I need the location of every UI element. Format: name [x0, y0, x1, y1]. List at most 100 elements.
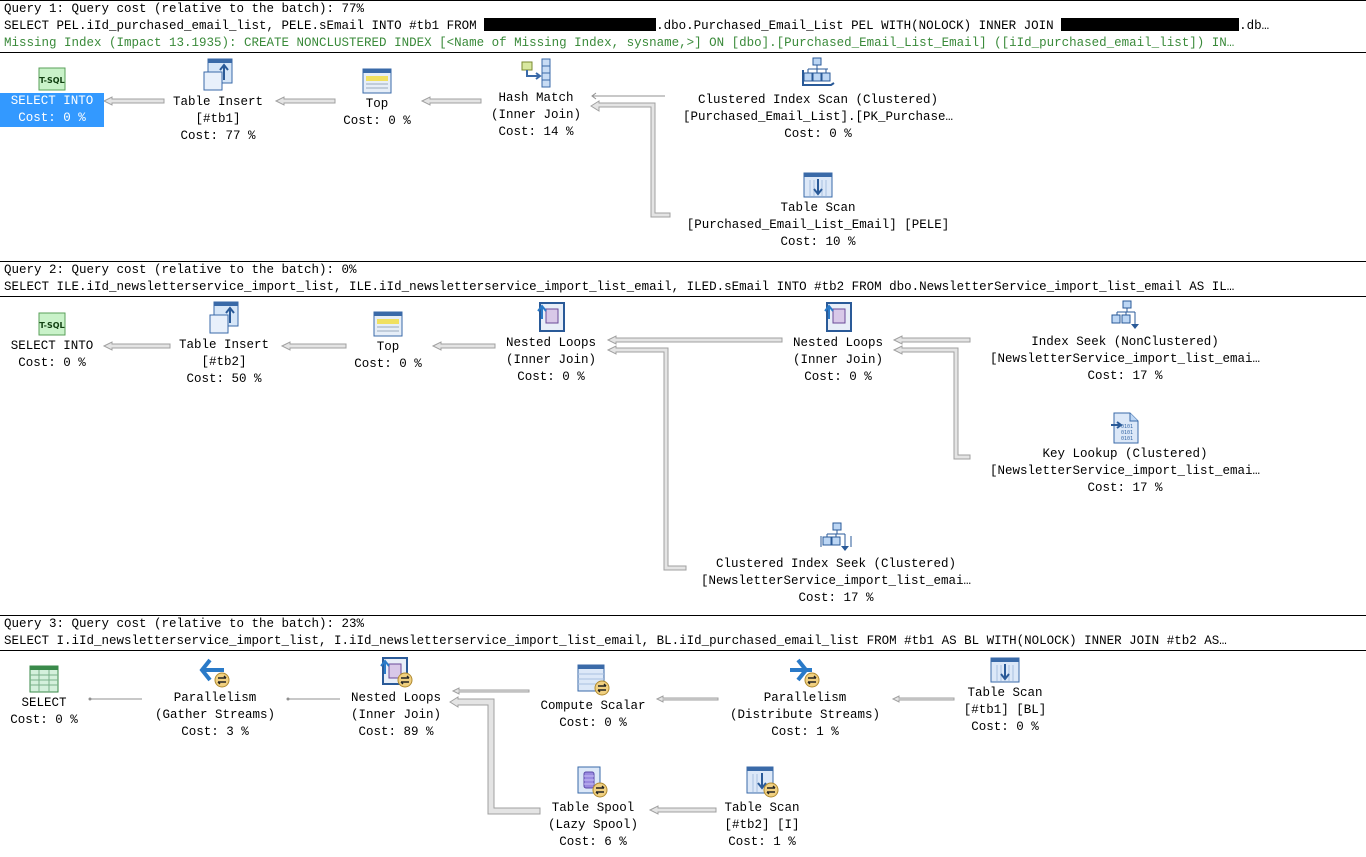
node-label: SELECT — [21, 696, 67, 710]
table-insert-icon — [203, 58, 233, 91]
plan-node-clustered-index-scan[interactable]: Clustered Index Scan (Clustered) [Purcha… — [668, 56, 968, 143]
node-label: Table Scan — [780, 201, 856, 215]
node-label: Key Lookup (Clustered) — [1042, 447, 1208, 461]
node-spool-type: (Lazy Spool) — [547, 818, 638, 832]
query3-cost-title: Query 3: Query cost (relative to the bat… — [4, 617, 365, 631]
arrow — [606, 345, 687, 571]
plan-node-table-scan-pele[interactable]: Table Scan [Purchased_Email_List_Email] … — [668, 172, 968, 251]
select-icon — [29, 665, 59, 693]
node-label: Nested Loops — [505, 336, 596, 350]
table-scan-icon — [990, 657, 1020, 683]
tsql-icon: T-SQL — [38, 67, 66, 91]
plan-node-table-spool[interactable]: Table Spool (Lazy Spool) Cost: 6 % — [540, 766, 646, 851]
missing-index-hint[interactable]: Missing Index (Impact 13.1935): CREATE N… — [0, 35, 1366, 52]
node-label: Parallelism — [173, 691, 257, 705]
top-icon — [362, 68, 392, 94]
arrow — [891, 695, 955, 703]
plan-node-clustered-index-seek[interactable]: Clustered Index Seek (Clustered) [Newsle… — [686, 522, 986, 607]
plan-node-select[interactable]: SELECT Cost: 0 % — [0, 665, 88, 729]
node-cost: Cost: 0 % — [971, 720, 1039, 734]
plan-node-table-insert[interactable]: Table Insert [#tb2] Cost: 50 % — [166, 301, 282, 388]
redacted-block — [1061, 18, 1240, 31]
parallelism-gather-icon — [199, 658, 230, 688]
node-object: [NewsletterService_import_list_emai… — [989, 352, 1261, 366]
plan-node-nested-loops[interactable]: Nested Loops (Inner Join) Cost: 0 % — [495, 301, 607, 386]
node-label: Table Spool — [551, 801, 635, 815]
arrow — [102, 96, 165, 106]
node-label: Nested Loops — [792, 336, 883, 350]
plan-node-select-into[interactable]: T-SQL SELECT INTO Cost: 0 % — [0, 312, 104, 372]
node-object: [Purchased_Email_List].[PK_Purchase… — [682, 110, 954, 124]
nested-loops-icon — [824, 302, 852, 332]
node-label: Clustered Index Seek (Clustered) — [715, 557, 957, 571]
plan-node-nested-loops[interactable]: Nested Loops (Inner Join) Cost: 0 % — [782, 301, 894, 386]
node-cost: Cost: 0 % — [517, 370, 585, 384]
node-label: Table Scan — [724, 801, 800, 815]
node-object: [NewsletterService_import_list_emai… — [700, 574, 972, 588]
arrow — [274, 96, 336, 106]
node-label: Parallelism — [763, 691, 847, 705]
table-insert-icon — [209, 301, 239, 334]
arrow — [892, 335, 971, 345]
plan-node-index-seek[interactable]: Index Seek (NonClustered) [NewsletterSer… — [972, 300, 1278, 385]
arrow — [286, 697, 340, 701]
node-join-type: (Inner Join) — [490, 108, 581, 122]
plan-node-top[interactable]: Top Cost: 0 % — [346, 311, 430, 373]
node-cost: Cost: 17 % — [798, 591, 874, 605]
node-cost: Cost: 0 % — [10, 713, 78, 727]
node-cost: Cost: 1 % — [728, 835, 796, 849]
plan-node-table-scan-tb2[interactable]: Table Scan [#tb2] [I] Cost: 1 % — [714, 766, 810, 851]
node-cost: Cost: 1 % — [771, 725, 839, 739]
query2-sql-text[interactable]: SELECT ILE.iId_newsletterservice_import_… — [0, 279, 1366, 296]
query1-sql-text[interactable]: SELECT PEL.iId_purchased_email_list, PEL… — [0, 18, 1366, 35]
clustered-index-scan-icon — [802, 57, 835, 86]
node-object: [Purchased_Email_List_Email] [PELE] — [686, 218, 950, 232]
node-object: [#tb2] [I] — [724, 818, 800, 832]
key-lookup-icon: 010101010101 — [1111, 412, 1139, 444]
table-scan-parallel-icon — [746, 766, 779, 798]
arrow — [449, 696, 541, 815]
node-object: [#tb2] — [201, 355, 247, 369]
node-cost: Cost: 50 % — [186, 372, 262, 386]
node-cost: Cost: 3 % — [181, 725, 249, 739]
node-cost: Cost: 0 % — [559, 716, 627, 730]
node-object: [#tb1] — [195, 112, 241, 126]
node-label: Table Insert — [178, 338, 269, 352]
node-label: Table Scan — [967, 686, 1043, 700]
arrow — [420, 96, 482, 106]
node-label: SELECT INTO — [10, 94, 94, 108]
plan-node-key-lookup[interactable]: 0101 0101 0101 Key Lookup (Clustered) [New… — [972, 412, 1278, 497]
node-join-type: (Inner Join) — [505, 353, 596, 367]
node-label: Index Seek (NonClustered) — [1031, 335, 1219, 349]
tsql-icon: T-SQL — [38, 312, 66, 336]
plan-node-nested-loops[interactable]: Nested Loops (Inner Join) Cost: 89 % — [340, 656, 452, 741]
query1-sql-part3: .db… — [1239, 19, 1270, 33]
node-cost: Cost: 10 % — [780, 235, 856, 249]
node-label: Top — [365, 97, 389, 111]
plan-node-hash-match[interactable]: Hash Match (Inner Join) Cost: 14 % — [481, 58, 591, 141]
arrow — [655, 695, 719, 703]
node-label: Compute Scalar — [540, 699, 646, 713]
top-icon — [373, 311, 403, 337]
hash-match-icon — [521, 58, 551, 88]
node-cost: Cost: 0 % — [18, 356, 86, 370]
node-label: SELECT INTO — [10, 339, 94, 353]
query1-cost-title: Query 1: Query cost (relative to the bat… — [4, 2, 365, 16]
plan-node-table-insert[interactable]: Table Insert [#tb1] Cost: 77 % — [160, 58, 276, 145]
node-cost: Cost: 0 % — [18, 111, 86, 125]
plan-node-parallelism-distribute[interactable]: Parallelism (Distribute Streams) Cost: 1… — [718, 656, 892, 741]
query3-sql-text[interactable]: SELECT I.iId_newsletterservice_import_li… — [0, 633, 1366, 650]
arrow — [88, 697, 142, 701]
redacted-block — [484, 18, 657, 31]
plan-node-compute-scalar[interactable]: Compute Scalar Cost: 0 % — [530, 664, 656, 732]
plan-node-parallelism-gather[interactable]: Parallelism (Gather Streams) Cost: 3 % — [142, 656, 288, 741]
node-exchange-type: (Distribute Streams) — [729, 708, 881, 722]
plan-node-select-into[interactable]: T-SQL SELECT INTO Cost: 0 % — [0, 67, 104, 127]
node-cost: Cost: 0 % — [784, 127, 852, 141]
node-label: Clustered Index Scan (Clustered) — [697, 93, 939, 107]
plan-node-table-scan-tb1[interactable]: Table Scan [#tb1] [BL] Cost: 0 % — [955, 657, 1055, 736]
arrow — [431, 341, 496, 351]
arrow — [590, 100, 671, 218]
plan-node-top[interactable]: Top Cost: 0 % — [335, 68, 419, 130]
node-cost: Cost: 0 % — [354, 357, 422, 371]
